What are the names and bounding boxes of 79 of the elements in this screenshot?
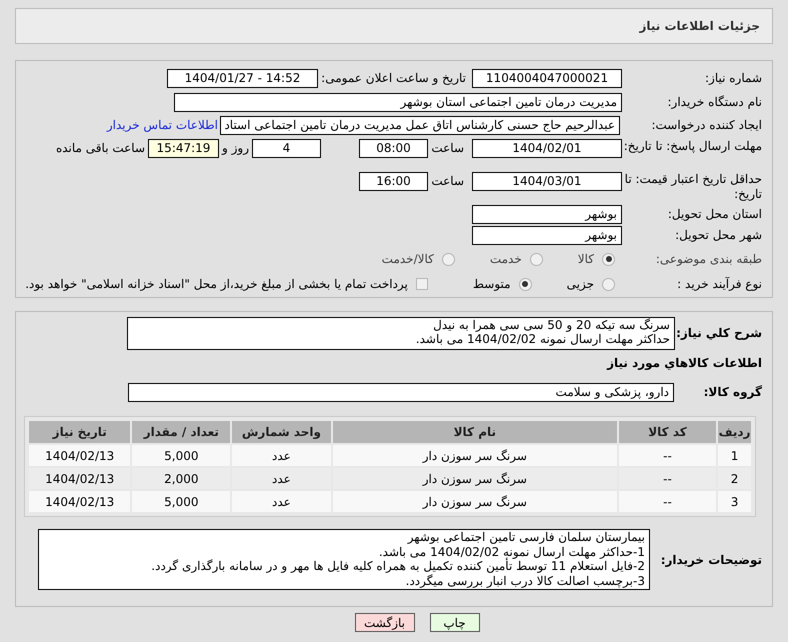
field-label: ساعت [430,140,464,158]
field-label: ساعت باقی مانده [56,140,146,158]
table-cell: سرنگ سر سوزن دار [332,491,617,512]
field-label: توضیحات خریدار: [660,552,762,568]
table-cell: 1404/02/13 [29,491,130,512]
field-label: ایجاد کننده درخواست: [650,118,762,133]
table-cell: 2,000 [132,468,230,489]
print-button[interactable]: چاپ [430,613,480,632]
field-label: متوسط [472,276,511,294]
contact-link[interactable]: اطلاعات تماس خریدار [106,116,218,134]
field-label: گروه کالا: [702,384,762,400]
field-label: کالا/خدمت [382,251,434,268]
value-field: بوشهر [472,204,622,224]
radio-button[interactable] [518,278,532,291]
field-label: جزیی [566,276,594,294]
field-label: نوع فرآیند خرید : [676,276,762,292]
notes-line: 2-فایل استعلام 11 توسط تأمین کننده تکمیل به همراه کلیه فایل ها مهر و در سامانه بارگذاری گردد. [150,559,645,574]
radio-button[interactable] [602,278,615,291]
field-label: شهر محل تحویل: [674,228,762,244]
notes-line: 3-برچسب اصالت کالا درب انبار بررسی میگردد. [404,574,645,588]
table-cell: سرنگ سر سوزن دار [332,445,617,466]
buyer-notes-textarea[interactable] [38,529,650,590]
value-field: 16:00 [359,172,428,192]
column-header: تعداد / مقدار [132,421,230,443]
field-label: حداقل تاریخ اعتبار قیمت: تا تاریخ: [624,172,762,202]
page-title: جزئیات اطلاعات نیاز [639,18,760,35]
value-field: عبدالرحیم حاج حسنی کارشناس اتاق عمل مدیریت درمان تامین اجتماعی استاد [220,116,620,135]
section-title: اطلاعات کالاهاي مورد نياز [607,355,762,372]
description-textarea[interactable]: سرنگ سه تیکه 20 و 50 سی سی همرا به نیدل حداکثر مهلت ارسال نمونه 1404/02/02 می باشد. [127,317,675,350]
table-cell: عدد [232,445,331,466]
column-header: ردیف [718,421,751,443]
remaining-time-field: 15:47:19 [148,139,219,158]
table-cell: 3 [718,491,751,512]
description-line: حداکثر مهلت ارسال نمونه 1404/02/02 می باشد. [414,332,670,346]
field-label: خدمت [490,251,522,268]
table-cell: 5,000 [132,445,230,466]
value-field: 4 [252,139,321,158]
table-cell: 1404/02/13 [29,445,130,466]
value-field: 1404/02/01 [472,139,622,158]
value-field: 08:00 [359,139,428,158]
field-label: روز و [220,140,250,158]
table-cell: عدد [232,491,331,512]
back-button[interactable]: بازگشت [354,613,414,632]
value-field: 1104004047000021 [472,69,622,88]
table-cell: 1 [718,445,751,466]
radio-button[interactable] [602,252,615,266]
field-label: نام دستگاه خریدار: [666,94,762,110]
table-cell: -- [618,468,716,489]
table-cell: -- [618,445,716,466]
table-cell: 1404/02/13 [29,468,130,489]
table-cell: سرنگ سر سوزن دار [332,468,617,489]
description-line: سرنگ سه تیکه 20 و 50 سی سی همرا به نیدل [432,318,670,332]
table-cell: 5,000 [132,491,230,512]
table-cell: 2 [718,468,751,489]
value-field: بوشهر [472,226,622,246]
value-field: مدیریت درمان تامین اجتماعی استان بوشهر [174,92,622,112]
field-label: تاریخ و ساعت اعلان عمومی: [320,71,466,86]
checkbox[interactable] [416,278,428,290]
column-header: کد کالا [618,421,716,443]
table-cell: عدد [232,468,331,489]
radio-button[interactable] [530,252,543,266]
radio-button[interactable] [442,252,455,266]
value-field: دارو، پزشکی و سلامت [128,382,674,402]
field-label: شماره نیاز: [704,71,762,86]
field-label: پرداخت تمام یا بخشی از مبلغ خرید،از محل "اسناد خزانه اسلامی" خواهد بود. [25,276,408,294]
field-label: ساعت [430,173,464,190]
field-label: کالا [578,251,594,268]
column-header: واحد شمارش [232,421,331,443]
field-label: مهلت ارسال پاسخ: تا تاریخ: [622,139,762,154]
field-label: استان محل تحویل: [666,206,762,222]
field-label: طبقه بندی موضوعی: [654,252,762,266]
notes-line: بیمارستان سلمان فارسی تامین اجتماعی بوشهر [406,530,645,544]
notes-line: 1-حداکثر مهلت ارسال نمونه 1404/02/02 می باشد. [378,544,645,559]
field-label: شرح کلي نياز: [675,326,762,341]
value-field: 1404/01/27 - 14:52 [167,69,318,88]
column-header: تاریخ نیاز [29,421,130,443]
table-cell: -- [618,491,716,512]
value-field: 1404/03/01 [472,172,622,192]
column-header: نام کالا [332,421,617,443]
